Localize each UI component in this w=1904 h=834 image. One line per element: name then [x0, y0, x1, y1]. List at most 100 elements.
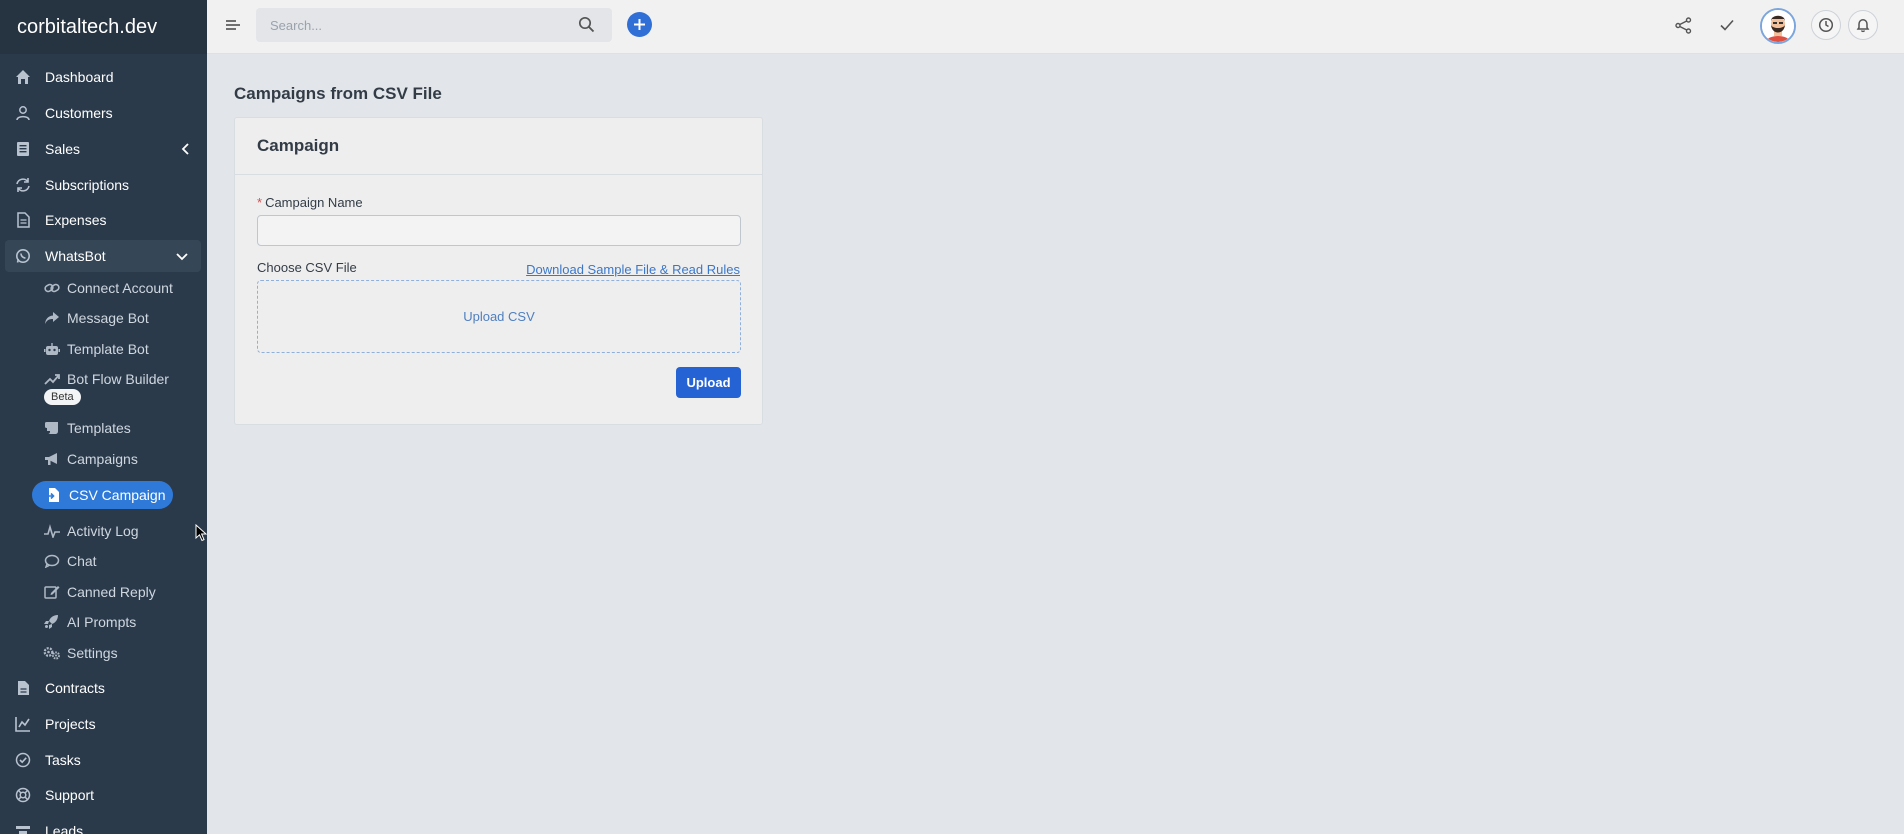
clock-icon — [1818, 17, 1834, 33]
avatar[interactable] — [1760, 8, 1796, 44]
sidebar-subitem-label: Canned Reply — [67, 584, 156, 600]
sidebar-subitem-label: Bot Flow Builder — [67, 371, 169, 387]
csv-file-label: Choose CSV File — [257, 260, 357, 275]
sidebar-subitem-chat[interactable]: Chat — [0, 548, 207, 574]
check-circle-icon — [14, 751, 32, 769]
check-icon[interactable] — [1717, 15, 1737, 35]
sidebar-item-label: Customers — [45, 105, 113, 121]
user-avatar-icon — [1762, 10, 1794, 42]
download-sample-link[interactable]: Download Sample File & Read Rules — [526, 262, 740, 277]
trend-icon — [43, 371, 61, 387]
bell-icon — [1856, 19, 1870, 33]
chat-icon — [43, 553, 61, 569]
sidebar-subitem-csv-campaign[interactable]: CSV Campaign — [32, 481, 173, 509]
sidebar-item-expenses[interactable]: Expenses — [0, 204, 207, 236]
contract-icon — [14, 679, 32, 697]
sidebar: corbitaltech.dev Dashboard Customers Sal… — [0, 0, 207, 834]
sidebar-item-label: Projects — [45, 716, 96, 732]
mouse-cursor-icon — [195, 524, 207, 542]
sidebar-subitem-label: Message Bot — [67, 310, 149, 326]
sidebar-subitem-label: Activity Log — [67, 523, 139, 539]
campaign-name-label: * Campaign Name — [257, 195, 363, 210]
sidebar-item-leads[interactable]: Leads — [0, 815, 207, 834]
sidebar-item-label: Leads — [45, 823, 84, 834]
lifebuoy-icon — [14, 786, 32, 804]
notifications-button[interactable] — [1848, 10, 1878, 40]
sidebar-item-subscriptions[interactable]: Subscriptions — [0, 169, 207, 201]
sidebar-item-support[interactable]: Support — [0, 779, 207, 811]
scroll-icon — [43, 420, 61, 436]
sidebar-subitem-ai-prompts[interactable]: AI Prompts — [0, 609, 207, 635]
sidebar-subitem-label: Campaigns — [67, 451, 138, 467]
pulse-icon — [43, 523, 61, 539]
sidebar-item-label: Tasks — [45, 752, 81, 768]
edit-icon — [43, 584, 61, 600]
required-mark: * — [257, 195, 263, 210]
campaign-name-input[interactable] — [257, 215, 741, 246]
sidebar-subitem-message-bot[interactable]: Message Bot — [0, 305, 207, 331]
sidebar-subitem-campaigns[interactable]: Campaigns — [0, 446, 207, 472]
share-icon[interactable] — [1673, 15, 1693, 35]
sidebar-subitem-canned-reply[interactable]: Canned Reply — [0, 579, 207, 605]
leads-icon — [14, 822, 32, 834]
plus-icon — [634, 19, 645, 30]
beta-badge: Beta — [44, 389, 81, 405]
sidebar-item-label: Dashboard — [45, 69, 114, 85]
sidebar-item-projects[interactable]: Projects — [0, 708, 207, 740]
search-icon[interactable] — [578, 16, 595, 33]
menu-toggle-icon[interactable] — [224, 17, 242, 35]
sidebar-item-label: WhatsBot — [45, 248, 106, 264]
whatsapp-icon — [14, 247, 32, 265]
sidebar-subitem-activity-log[interactable]: Activity Log — [0, 518, 207, 544]
topbar — [207, 0, 1904, 54]
megaphone-icon — [43, 451, 61, 467]
file-icon — [14, 211, 32, 229]
sidebar-item-dashboard[interactable]: Dashboard — [0, 61, 207, 93]
sidebar-item-label: Sales — [45, 141, 81, 157]
file-import-icon — [45, 487, 61, 503]
sidebar-item-customers[interactable]: Customers — [0, 97, 207, 129]
page-title: Campaigns from CSV File — [234, 84, 442, 103]
search-input[interactable] — [256, 8, 612, 42]
refresh-icon — [14, 176, 32, 194]
sidebar-item-sales[interactable]: Sales — [0, 133, 207, 165]
upload-button[interactable]: Upload — [676, 367, 741, 398]
home-icon — [14, 68, 32, 86]
sidebar-subitem-connect-account[interactable]: Connect Account — [0, 275, 207, 301]
sidebar-subitem-label: Settings — [67, 645, 118, 661]
sidebar-item-label: Expenses — [45, 212, 107, 228]
chart-icon — [14, 715, 32, 733]
gears-icon — [43, 645, 61, 661]
sidebar-subitem-label: Template Bot — [67, 341, 149, 357]
sidebar-subitem-bot-flow-builder[interactable]: Bot Flow Builder — [0, 366, 207, 392]
sidebar-item-label: Subscriptions — [45, 177, 130, 193]
clock-button[interactable] — [1811, 10, 1841, 40]
sidebar-item-whatsbot[interactable]: WhatsBot — [5, 240, 201, 272]
sidebar-subitem-label: AI Prompts — [67, 614, 137, 630]
share-arrow-icon — [43, 310, 61, 326]
card-title: Campaign — [235, 118, 762, 175]
brand-logo[interactable]: corbitaltech.dev — [0, 0, 207, 54]
sidebar-subitem-templates[interactable]: Templates — [0, 415, 207, 441]
csv-dropzone[interactable]: Upload CSV — [257, 280, 741, 353]
sidebar-subitem-label: CSV Campaign — [69, 487, 166, 503]
sidebar-item-contracts[interactable]: Contracts — [0, 672, 207, 704]
campaign-card: Campaign * Campaign Name Choose CSV File … — [234, 117, 763, 425]
user-icon — [14, 104, 32, 122]
chevron-down-icon[interactable] — [175, 249, 189, 263]
rocket-icon — [43, 614, 61, 630]
receipt-icon — [14, 140, 32, 158]
sidebar-subitem-label: Chat — [67, 553, 97, 569]
robot-icon — [43, 341, 61, 357]
sidebar-subitem-label: Connect Account — [67, 280, 173, 296]
sidebar-item-tasks[interactable]: Tasks — [0, 744, 207, 776]
sidebar-item-label: Support — [45, 787, 95, 803]
campaign-name-label-text: Campaign Name — [265, 195, 363, 210]
quick-add-button[interactable] — [627, 12, 652, 37]
sidebar-item-label: Contracts — [45, 680, 105, 696]
chevron-left-icon[interactable] — [179, 142, 193, 156]
dropzone-text: Upload CSV — [463, 309, 535, 324]
sidebar-subitem-settings[interactable]: Settings — [0, 640, 207, 666]
sidebar-subitem-label: Templates — [67, 420, 131, 436]
sidebar-subitem-template-bot[interactable]: Template Bot — [0, 336, 207, 362]
